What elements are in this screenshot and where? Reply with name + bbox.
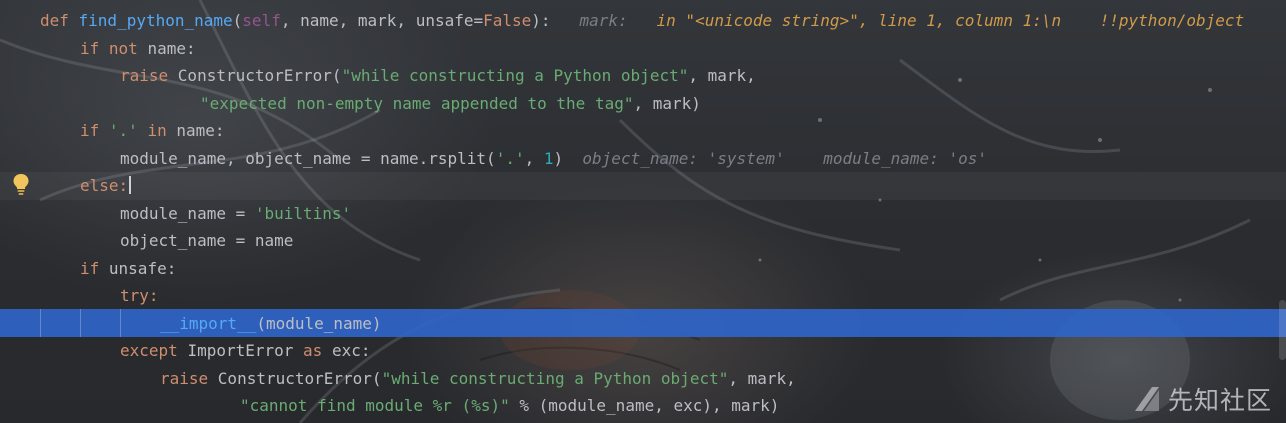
code-line[interactable]: "cannot find module %r (%s)" % (module_n… <box>0 392 1244 420</box>
code-editor[interactable]: def find_python_name(self, name, mark, u… <box>0 7 1244 420</box>
code-token: except <box>120 341 188 360</box>
code-token: ): <box>531 11 551 30</box>
code-token: ) <box>553 148 564 168</box>
inlay-hint: mark: <box>550 11 657 30</box>
code-token: , <box>524 148 544 168</box>
code-token: '.' <box>495 148 525 168</box>
xianzhi-logo-icon <box>1134 387 1159 411</box>
code-token: module_name = <box>120 203 255 223</box>
code-token: def <box>40 11 79 30</box>
code-token: , mark) <box>633 93 701 113</box>
inlay-hint: in "<unicode string>", line 1, column 1:… <box>656 11 1245 30</box>
code-token: '.' <box>108 121 138 140</box>
code-token: try: <box>120 286 159 305</box>
code-token: 'builtins' <box>254 203 352 223</box>
code-line[interactable]: try: <box>0 282 1244 310</box>
code-token: if <box>80 258 109 278</box>
code-line[interactable]: if unsafe: <box>0 255 1244 283</box>
inlay-hint: object_name: 'system' module_name: 'os' <box>563 148 987 168</box>
code-line[interactable]: except ImportError as exc: <box>0 337 1244 365</box>
code-line[interactable]: module_name, object_name = name.rsplit('… <box>0 145 1244 173</box>
code-token: if not <box>80 38 148 58</box>
code-token: else: <box>80 176 129 195</box>
code-line-selected[interactable]: __import__(module_name) <box>0 310 1244 338</box>
code-token: ImportError <box>187 341 304 360</box>
code-token: exc: <box>331 341 371 360</box>
code-token: , name, mark, unsafe= <box>280 11 484 30</box>
code-token: "while constructing a Python object" <box>341 66 689 85</box>
code-line[interactable]: def find_python_name(self, name, mark, u… <box>0 7 1244 35</box>
code-line[interactable]: if not name: <box>0 35 1244 63</box>
code-token: (module_name) <box>256 313 382 333</box>
code-line[interactable]: object_name = name <box>0 227 1244 255</box>
code-line[interactable]: if '.' in name: <box>0 117 1244 145</box>
code-token: name: <box>176 121 225 140</box>
code-token: "while constructing a Python object" <box>381 368 729 388</box>
code-token: raise <box>160 368 218 388</box>
code-line[interactable]: else: <box>0 172 1244 200</box>
code-token: ConstructorError( <box>217 368 382 388</box>
code-token: % (module_name, exc), mark) <box>509 396 780 415</box>
code-token: False <box>483 11 532 30</box>
code-token: name: <box>147 38 196 58</box>
code-line[interactable]: raise ConstructorError("while constructi… <box>0 62 1244 90</box>
code-line[interactable]: "expected non-empty name appended to the… <box>0 90 1244 118</box>
code-token: module_name, object_name = name.rsplit( <box>120 148 496 168</box>
code-token: "expected non-empty name appended to the… <box>200 93 634 113</box>
code-token: if <box>80 121 109 140</box>
code-token: unsafe: <box>108 258 177 278</box>
code-line[interactable]: module_name = 'builtins' <box>0 200 1244 228</box>
code-token: ConstructorError( <box>177 66 342 85</box>
code-token: __import__ <box>160 313 257 333</box>
watermark: 先知社区 <box>1132 381 1272 417</box>
code-token: "cannot find module %r (%s)" <box>240 396 510 415</box>
scrollbar-thumb[interactable] <box>1279 300 1286 360</box>
code-token: ( <box>232 11 243 30</box>
code-token: self <box>242 11 281 30</box>
code-token: 1 <box>543 148 554 168</box>
code-token: , mark, <box>688 66 756 85</box>
code-token: as <box>303 341 332 360</box>
code-line[interactable]: raise ConstructorError("while constructi… <box>0 365 1244 393</box>
vertical-scrollbar[interactable] <box>1278 0 1286 423</box>
code-token: find_python_name <box>78 11 233 30</box>
watermark-text: 先知社区 <box>1167 386 1272 415</box>
code-token: raise <box>120 66 178 85</box>
code-token: , mark, <box>728 368 796 388</box>
text-cursor <box>129 176 132 194</box>
code-token: in <box>137 121 177 140</box>
code-token: object_name = name <box>120 231 294 250</box>
